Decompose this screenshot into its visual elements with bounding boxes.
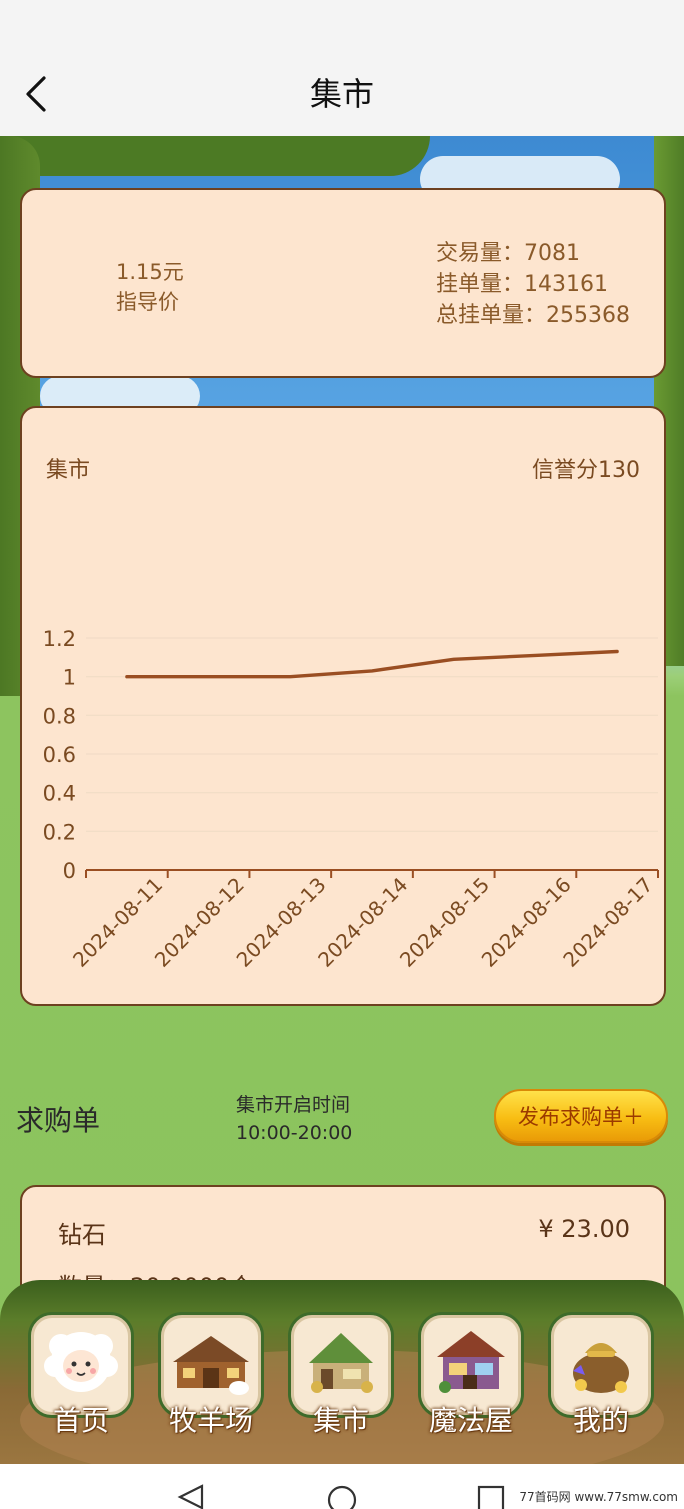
listed-count: 挂单量：143161 xyxy=(436,272,608,297)
item-name: 钻石 xyxy=(58,1221,106,1249)
barn-icon xyxy=(173,1336,249,1395)
system-home-icon[interactable] xyxy=(326,1484,358,1509)
y-tick-label: 0 xyxy=(63,859,76,883)
y-tick-label: 0.6 xyxy=(43,743,76,767)
treasure-bag-icon xyxy=(573,1343,629,1393)
nav-home-label: 首页 xyxy=(52,1404,109,1437)
purchase-order-header: 求购单 集市开启时间 10:00-20:00 发布求购单＋ xyxy=(0,1085,684,1155)
price-line-chart: 00.20.40.60.811.22024-08-112024-08-12202… xyxy=(43,627,659,972)
price-summary-card: 1.15元 指导价 交易量：7081 挂单量：143161 总挂单量：25536… xyxy=(20,188,666,378)
guide-price-value: 1.15元 xyxy=(116,260,184,284)
nav-home[interactable]: 首页 xyxy=(28,1312,134,1437)
system-recents-icon[interactable] xyxy=(476,1484,506,1509)
trade-volume: 交易量：7081 xyxy=(436,241,580,266)
nav-mine-label: 我的 xyxy=(572,1404,629,1437)
y-tick-label: 0.2 xyxy=(43,820,76,844)
bottom-navigation: 首页 牧羊场 集市 魔法屋 我的 xyxy=(0,1280,684,1464)
open-time-hours: 10:00-20:00 xyxy=(236,1122,353,1144)
nav-magic-house[interactable]: 魔法屋 xyxy=(418,1312,524,1437)
magic-house-icon xyxy=(437,1331,505,1393)
open-time-label: 集市开启时间 xyxy=(236,1094,351,1116)
publish-order-button[interactable]: 发布求购单＋ xyxy=(494,1089,668,1143)
app-header: 集市 xyxy=(0,50,684,136)
market-open-time: 集市开启时间 10:00-20:00 xyxy=(236,1091,352,1147)
market-chart-card: 集市 信誉分130 0 0.2 0.4 0.6 0.8 1 1.2 2024-08-11 202… xyxy=(20,406,666,1006)
nav-market-label: 集市 xyxy=(312,1404,369,1437)
watermark-text: 77首码网 www.77smw.com xyxy=(519,1490,678,1504)
nav-mine[interactable]: 我的 xyxy=(548,1312,654,1437)
series-line xyxy=(125,649,619,679)
system-back-icon[interactable] xyxy=(176,1484,206,1509)
sheep-icon xyxy=(44,1332,118,1392)
nav-market[interactable]: 集市 xyxy=(288,1312,394,1437)
tree-foliage xyxy=(0,136,430,176)
status-bar xyxy=(0,0,684,50)
page-title: 集市 xyxy=(309,75,374,113)
nav-magic-house-label: 魔法屋 xyxy=(428,1404,513,1437)
purchase-order-title: 求购单 xyxy=(16,1104,101,1137)
y-tick-label: 0.4 xyxy=(43,782,76,806)
guide-price-label: 指导价 xyxy=(116,290,179,314)
total-listed-count: 总挂单量：255368 xyxy=(436,303,630,328)
nav-ranch[interactable]: 牧羊场 xyxy=(158,1312,264,1437)
nav-ranch-label: 牧羊场 xyxy=(168,1404,253,1437)
y-tick-label: 1 xyxy=(63,666,76,690)
item-price: ¥ 23.00 xyxy=(538,1215,630,1243)
y-tick-label: 1.2 xyxy=(43,627,76,651)
trade-stats: 交易量：7081 挂单量：143161 总挂单量：255368 xyxy=(436,238,636,331)
market-icon xyxy=(309,1333,373,1393)
y-tick-label: 0.8 xyxy=(43,704,76,728)
system-navigation-bar: 77首码网 www.77smw.com xyxy=(0,1464,684,1509)
